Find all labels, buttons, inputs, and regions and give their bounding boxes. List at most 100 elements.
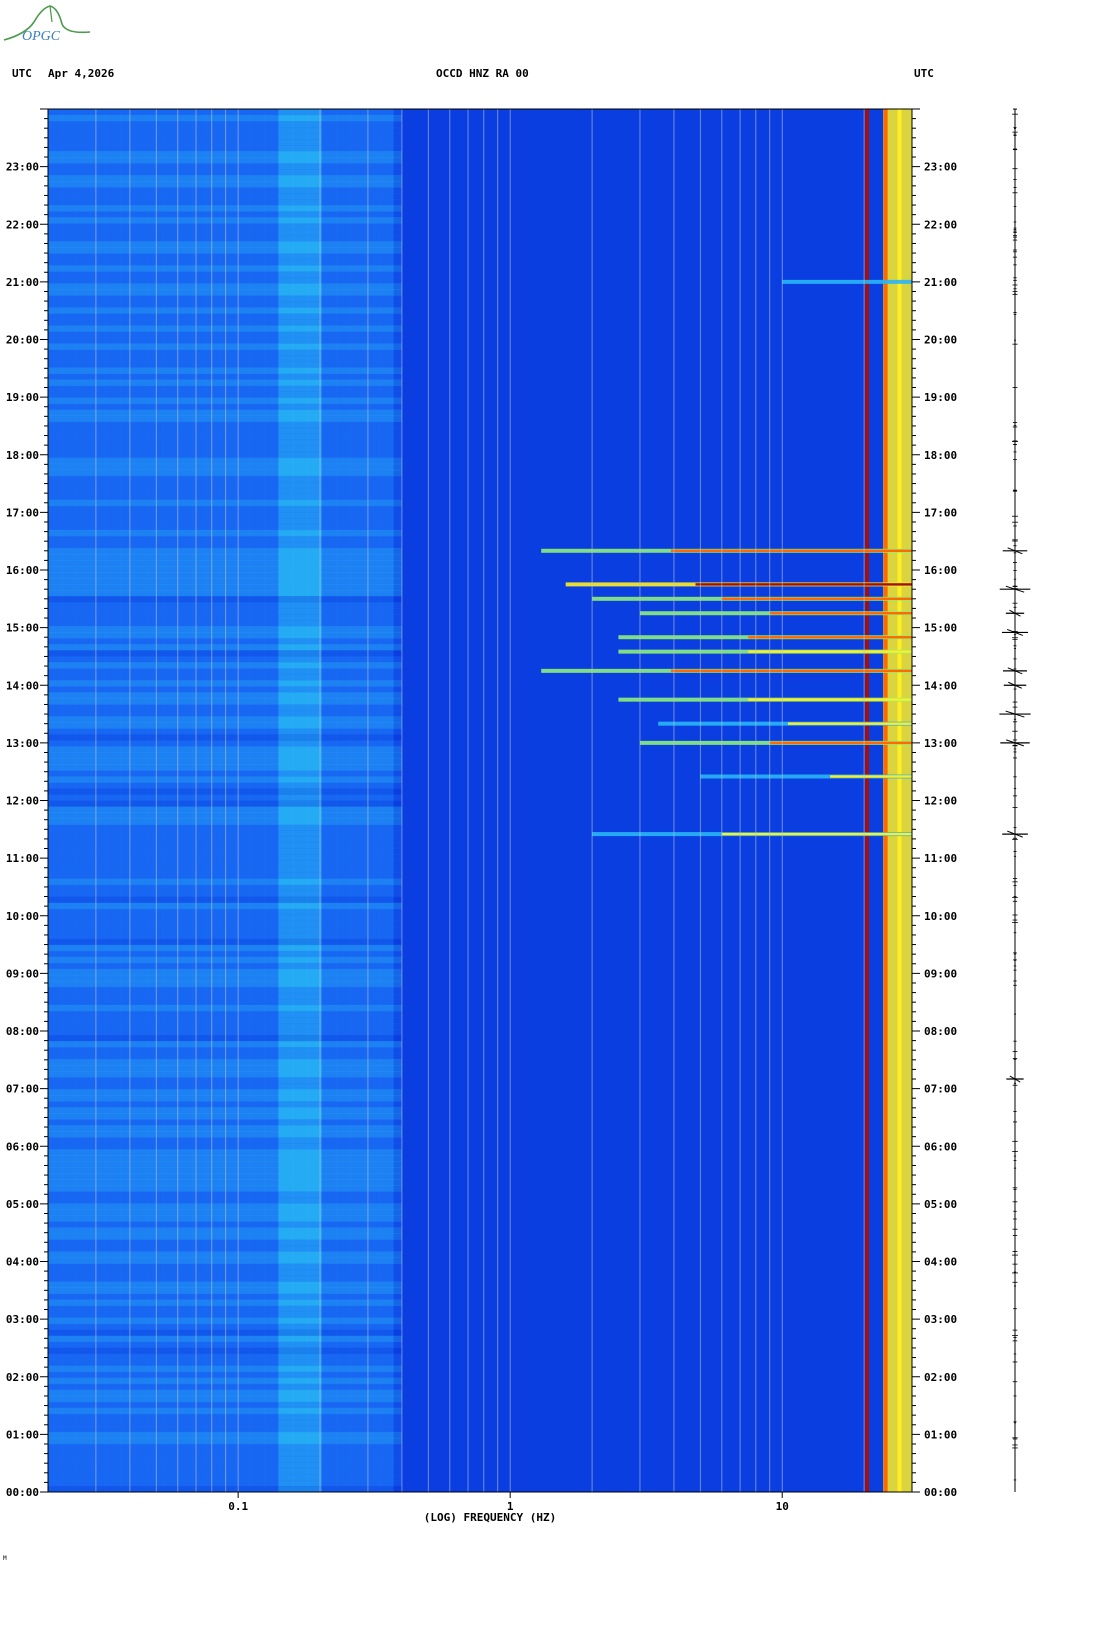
y-tick-label-left: 06:00	[6, 1140, 39, 1153]
y-tick-label-left: 22:00	[6, 218, 39, 231]
heat-row	[48, 331, 402, 338]
heat-row	[48, 1239, 402, 1246]
y-tick-label-left: 01:00	[6, 1428, 39, 1441]
y-tick-label-right: 17:00	[924, 506, 957, 519]
heat-row	[48, 433, 402, 441]
heat-row	[48, 1419, 402, 1427]
heat-row	[48, 1257, 402, 1264]
heat-row	[48, 1461, 402, 1469]
heat-column	[825, 109, 841, 1492]
heat-row	[48, 848, 402, 856]
heat-row	[48, 1323, 402, 1331]
heat-row	[48, 1065, 402, 1072]
heat-row	[48, 1269, 402, 1276]
heat-row	[48, 265, 402, 272]
heat-row	[48, 1010, 402, 1018]
heat-row	[48, 1047, 402, 1054]
heat-row	[48, 1095, 402, 1102]
heat-column	[811, 109, 827, 1492]
heat-row	[48, 403, 402, 411]
heat-column	[840, 109, 855, 1492]
heat-row	[48, 998, 402, 1006]
heat-row	[48, 337, 402, 344]
heat-row	[48, 986, 402, 994]
y-tick-label-right: 11:00	[924, 852, 957, 865]
heat-row	[48, 1263, 402, 1270]
y-tick-label-right: 03:00	[924, 1313, 957, 1326]
heat-row	[48, 235, 402, 242]
heat-row	[48, 956, 402, 964]
heat-row	[48, 541, 402, 549]
y-tick-label-right: 13:00	[924, 737, 957, 750]
y-tick-label-left: 19:00	[6, 391, 39, 404]
event-core	[721, 597, 912, 601]
heat-row	[48, 1083, 402, 1090]
y-tick-label-right: 14:00	[924, 679, 957, 692]
heat-row	[48, 1101, 402, 1108]
heat-row	[48, 734, 402, 741]
heat-row	[48, 1215, 402, 1222]
heat-row	[48, 559, 402, 567]
heat-row	[48, 367, 402, 374]
event-core	[721, 832, 912, 836]
heat-row	[48, 1221, 402, 1228]
heat-row	[48, 1353, 402, 1361]
y-tick-label-right: 21:00	[924, 276, 957, 289]
heat-row	[48, 259, 402, 266]
heat-row	[48, 1233, 402, 1240]
heat-row	[48, 806, 402, 813]
y-tick-label-right: 18:00	[924, 449, 957, 462]
heat-row	[48, 716, 402, 723]
heat-row	[48, 175, 402, 182]
heat-row	[48, 1071, 402, 1078]
heat-row	[48, 1149, 402, 1156]
heat-row	[48, 457, 402, 465]
heat-row	[48, 1467, 402, 1475]
heat-row	[48, 1335, 402, 1343]
heat-row	[48, 277, 402, 284]
y-tick-label-left: 11:00	[6, 852, 39, 865]
heat-row	[48, 908, 402, 916]
heat-row	[48, 596, 402, 603]
heat-row	[48, 650, 402, 657]
heat-row	[48, 199, 402, 206]
heat-row	[48, 115, 402, 122]
heat-row	[48, 668, 402, 675]
heat-row	[48, 992, 402, 1000]
heat-row	[48, 499, 402, 507]
heat-row	[48, 1251, 402, 1258]
heat-row	[48, 878, 402, 886]
heat-row	[48, 680, 402, 687]
heat-row	[48, 289, 402, 296]
heat-row	[48, 133, 402, 140]
heat-row	[48, 511, 402, 519]
heat-row	[48, 740, 402, 747]
heat-column	[523, 109, 539, 1492]
heat-row	[48, 1191, 402, 1198]
heat-column	[768, 109, 783, 1492]
heat-row	[48, 1041, 402, 1048]
heat-row	[48, 361, 402, 368]
heat-row	[48, 1131, 402, 1138]
heat-row	[48, 872, 402, 880]
heat-row	[48, 445, 402, 453]
heat-row	[48, 1022, 402, 1030]
heat-column	[552, 109, 567, 1492]
heat-column	[652, 109, 668, 1492]
heat-row	[48, 902, 402, 910]
heat-row	[48, 656, 402, 663]
heat-row	[48, 980, 402, 988]
heat-row	[48, 1305, 402, 1313]
heat-row	[48, 614, 402, 621]
spectrogram-figure: 00:00 00:00 01:00 01:00 02:00 02:00 03:00 03:00…	[3, 108, 1031, 1562]
heat-row	[48, 1407, 402, 1415]
heat-row	[48, 1347, 402, 1355]
heat-column	[782, 109, 798, 1492]
heat-row	[48, 626, 402, 633]
heat-row	[48, 836, 402, 843]
heat-row	[48, 535, 402, 543]
y-tick-label-right: 05:00	[924, 1198, 957, 1211]
heat-row	[48, 391, 402, 399]
heat-row	[48, 884, 402, 892]
heat-column	[580, 109, 596, 1492]
